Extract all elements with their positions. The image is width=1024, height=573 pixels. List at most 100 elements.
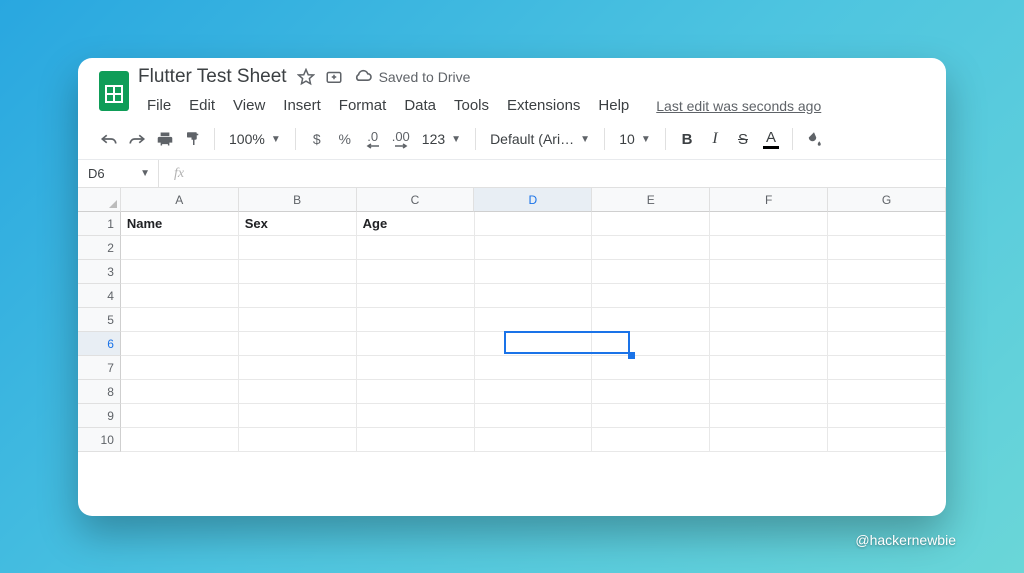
cell-G9[interactable] [828,404,946,428]
undo-button[interactable] [96,125,122,153]
cell-A1[interactable]: Name [121,212,239,236]
row-header-8[interactable]: 8 [78,380,121,404]
cell-A5[interactable] [121,308,239,332]
cell-F10[interactable] [710,428,828,452]
cell-F3[interactable] [710,260,828,284]
cell-F9[interactable] [710,404,828,428]
decrease-decimal-button[interactable]: .0 [360,125,386,153]
row-header-5[interactable]: 5 [78,308,121,332]
move-to-folder-icon[interactable] [325,68,343,86]
cell-D1[interactable] [475,212,593,236]
cell-D3[interactable] [475,260,593,284]
cell-G5[interactable] [828,308,946,332]
cell-C8[interactable] [357,380,475,404]
menu-edit[interactable]: Edit [180,94,224,117]
cell-A10[interactable] [121,428,239,452]
row-header-6[interactable]: 6 [78,332,121,356]
menu-help[interactable]: Help [589,94,638,117]
row-header-1[interactable]: 1 [78,212,121,236]
row-header-10[interactable]: 10 [78,428,121,452]
cell-B4[interactable] [239,284,357,308]
cell-A9[interactable] [121,404,239,428]
cell-E7[interactable] [592,356,710,380]
col-header-G[interactable]: G [828,188,946,212]
cell-G8[interactable] [828,380,946,404]
cell-F1[interactable] [710,212,828,236]
cell-C3[interactable] [357,260,475,284]
cell-G4[interactable] [828,284,946,308]
formula-input[interactable] [199,160,946,187]
bold-button[interactable]: B [674,125,700,153]
cell-B6[interactable] [239,332,357,356]
col-header-C[interactable]: C [357,188,475,212]
cell-E5[interactable] [592,308,710,332]
menu-extensions[interactable]: Extensions [498,94,589,117]
cell-A4[interactable] [121,284,239,308]
cell-A8[interactable] [121,380,239,404]
cell-C9[interactable] [357,404,475,428]
menu-view[interactable]: View [224,94,274,117]
cell-D5[interactable] [475,308,593,332]
row-header-7[interactable]: 7 [78,356,121,380]
cell-A3[interactable] [121,260,239,284]
name-box[interactable]: D6▼ [78,160,158,187]
cell-C4[interactable] [357,284,475,308]
cell-C6[interactable] [357,332,475,356]
cell-E1[interactable] [592,212,710,236]
cell-C5[interactable] [357,308,475,332]
cell-B5[interactable] [239,308,357,332]
cell-G2[interactable] [828,236,946,260]
cell-B1[interactable]: Sex [239,212,357,236]
text-color-button[interactable]: A [758,125,784,153]
cell-C1[interactable]: Age [357,212,475,236]
col-header-D[interactable]: D [474,188,592,212]
menu-data[interactable]: Data [395,94,445,117]
app-logo[interactable] [92,66,136,116]
menu-tools[interactable]: Tools [445,94,498,117]
row-header-9[interactable]: 9 [78,404,121,428]
cell-E3[interactable] [592,260,710,284]
cell-D8[interactable] [475,380,593,404]
fill-handle[interactable] [628,352,635,359]
select-all-corner[interactable] [78,188,121,212]
cell-E4[interactable] [592,284,710,308]
fill-color-button[interactable] [801,125,827,153]
number-format-dropdown[interactable]: 123▼ [416,131,467,147]
font-family-dropdown[interactable]: Default (Ari…▼ [484,131,596,147]
star-icon[interactable] [297,68,315,86]
row-header-4[interactable]: 4 [78,284,121,308]
last-edit-link[interactable]: Last edit was seconds ago [656,98,821,114]
cell-F2[interactable] [710,236,828,260]
cell-B8[interactable] [239,380,357,404]
cell-B9[interactable] [239,404,357,428]
col-header-A[interactable]: A [121,188,239,212]
cell-F6[interactable] [710,332,828,356]
cell-E9[interactable] [592,404,710,428]
menu-format[interactable]: Format [330,94,396,117]
cell-C2[interactable] [357,236,475,260]
cell-G1[interactable] [828,212,946,236]
cell-D10[interactable] [475,428,593,452]
percent-button[interactable]: % [332,125,358,153]
cell-G7[interactable] [828,356,946,380]
menu-insert[interactable]: Insert [274,94,330,117]
cell-G3[interactable] [828,260,946,284]
cell-A6[interactable] [121,332,239,356]
cell-A2[interactable] [121,236,239,260]
redo-button[interactable] [124,125,150,153]
cell-F8[interactable] [710,380,828,404]
cell-F4[interactable] [710,284,828,308]
currency-button[interactable]: $ [304,125,330,153]
menu-file[interactable]: File [138,94,180,117]
col-header-E[interactable]: E [592,188,710,212]
cell-B3[interactable] [239,260,357,284]
italic-button[interactable]: I [702,125,728,153]
col-header-B[interactable]: B [239,188,357,212]
cell-F7[interactable] [710,356,828,380]
cell-G6[interactable] [828,332,946,356]
font-size-dropdown[interactable]: 10▼ [613,131,657,147]
cell-E6[interactable] [592,332,710,356]
spreadsheet-grid[interactable]: A B C D E F G 1NameSexAge2345678910 [78,188,946,452]
print-button[interactable] [152,125,178,153]
cell-F5[interactable] [710,308,828,332]
